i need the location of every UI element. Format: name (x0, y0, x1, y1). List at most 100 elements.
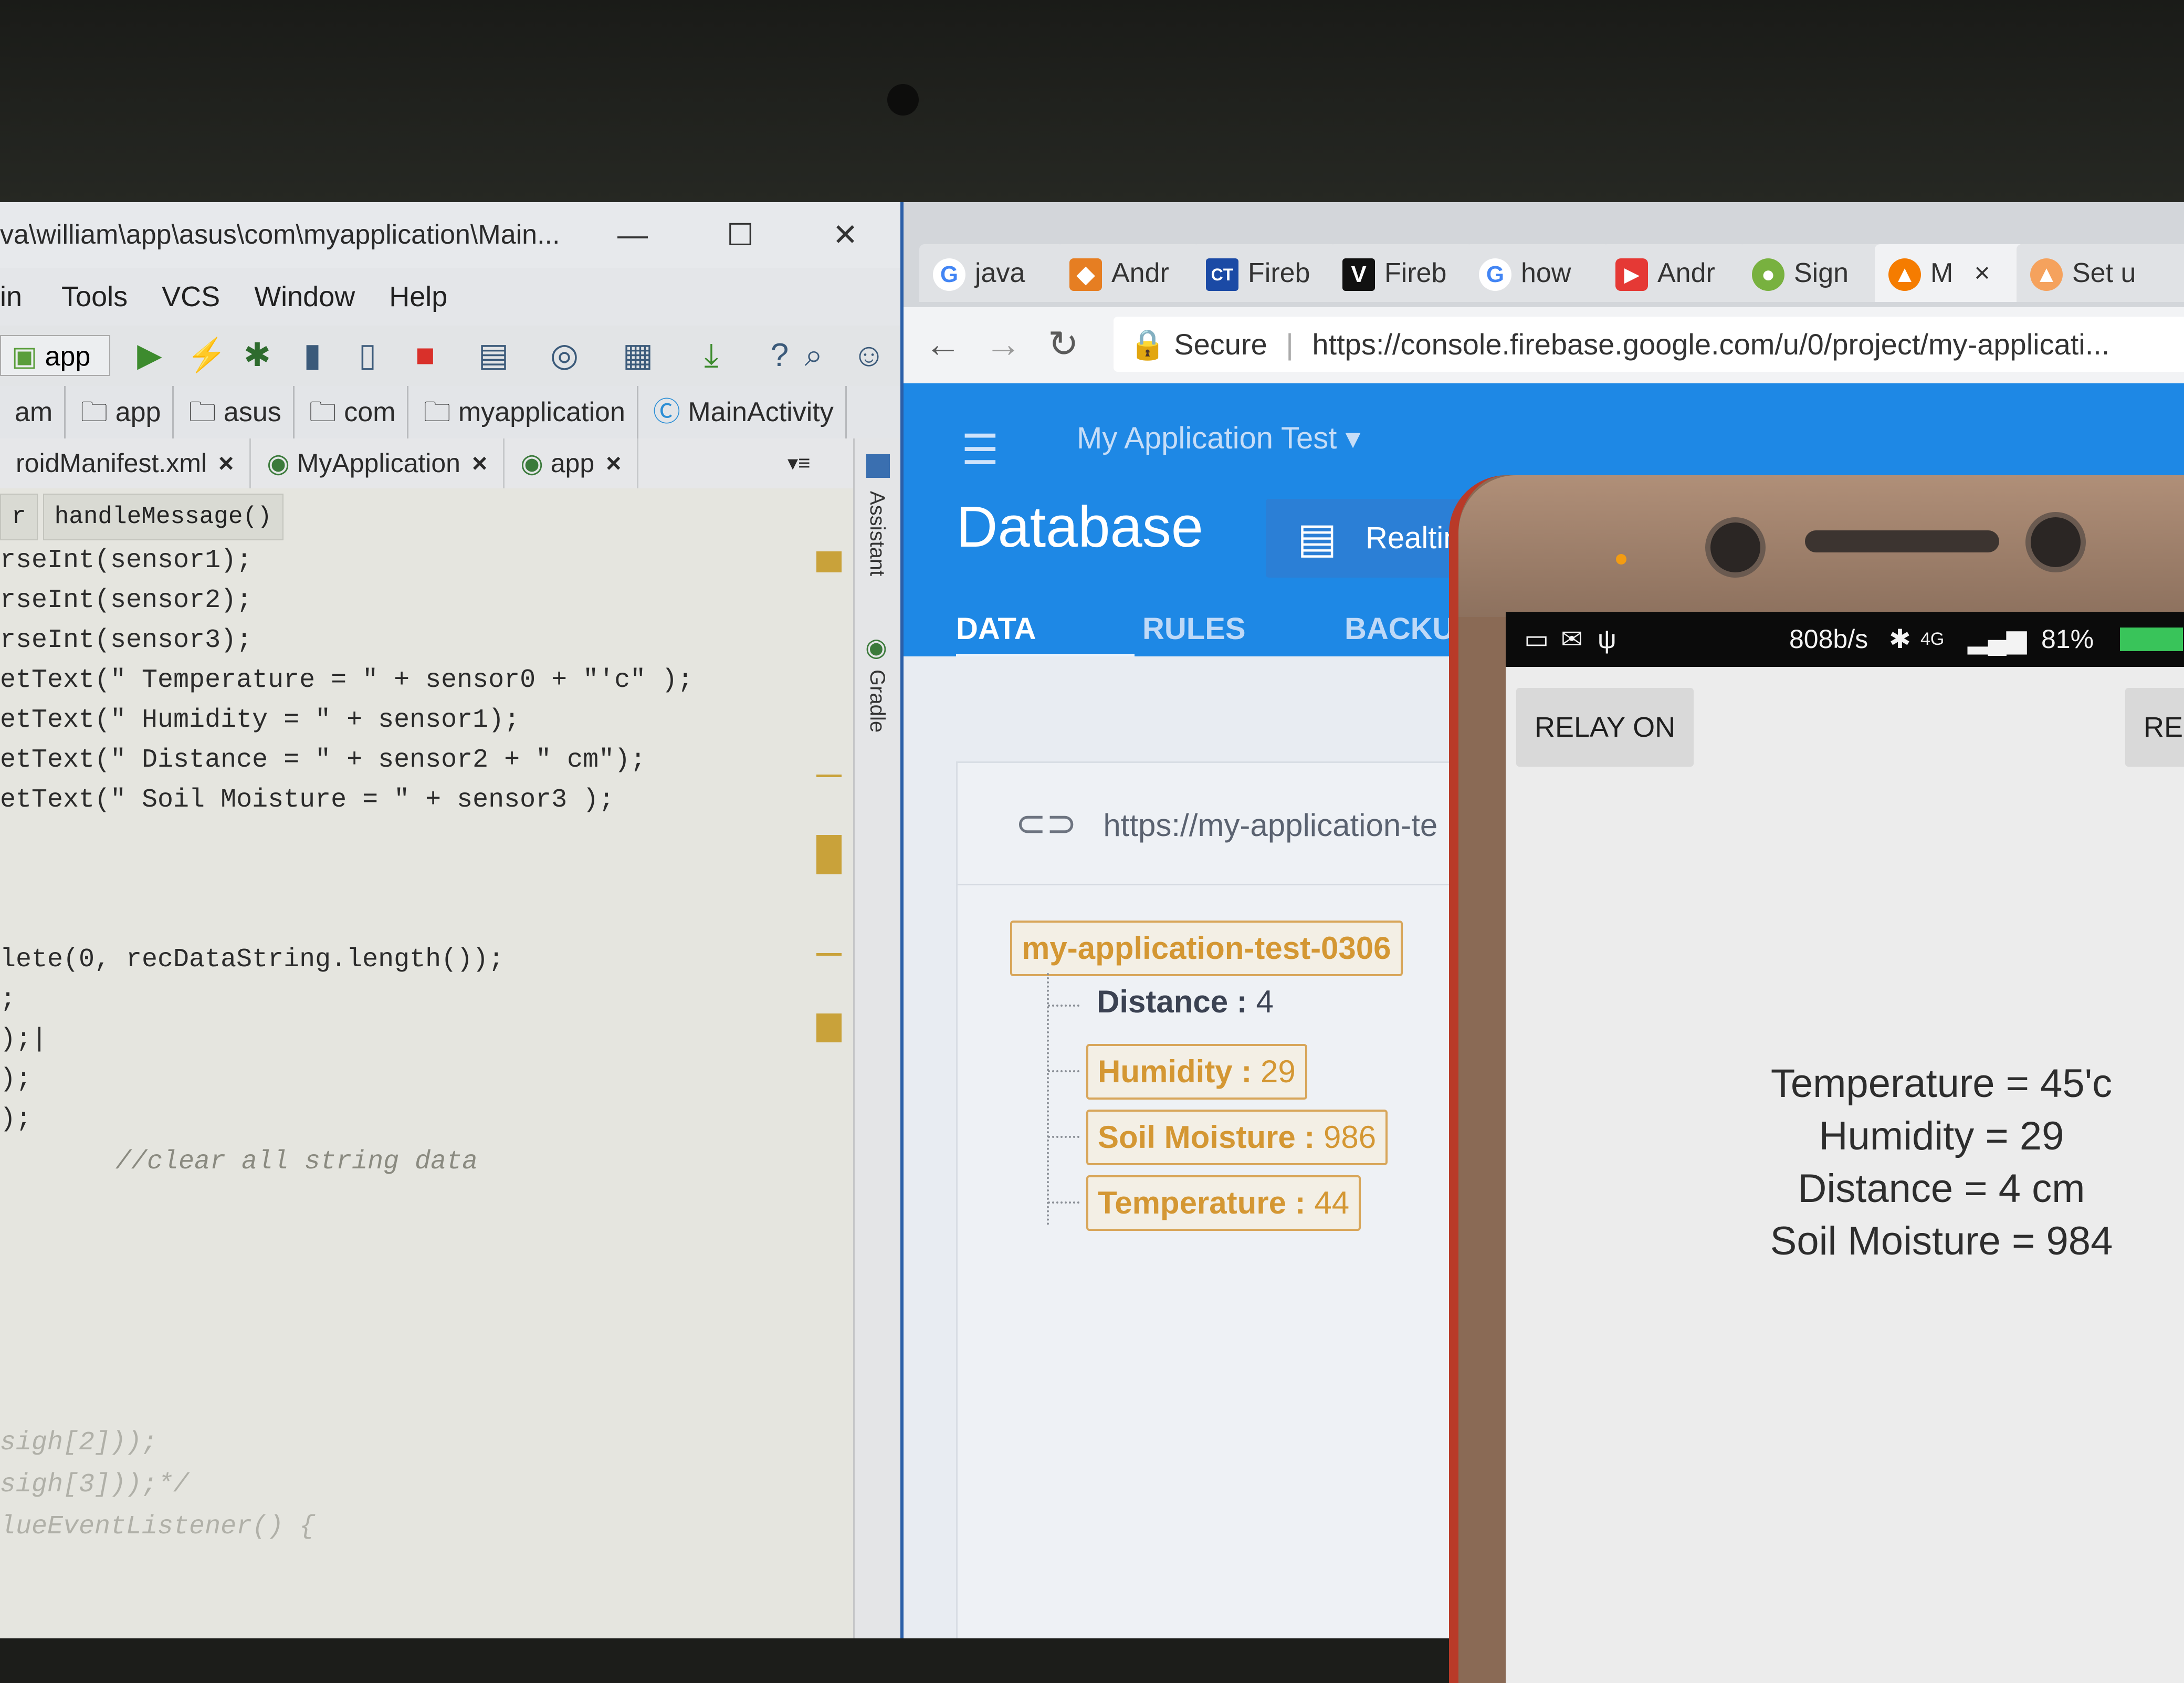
breadcrumb-item[interactable]: 🗀 asus (174, 386, 295, 438)
address-bar[interactable]: 🔒 Secure | https://console.firebase.goog… (1114, 317, 2184, 372)
project-selector[interactable]: My Application Test ▾ (1077, 420, 1361, 456)
menu-run[interactable]: in (0, 268, 22, 326)
tab-rules[interactable]: RULES (1142, 599, 1246, 659)
tab-manifest[interactable]: roidManifest.xml × (0, 438, 251, 488)
gradle-tool-label[interactable]: Gradle (865, 670, 889, 733)
minimize-button[interactable]: — (604, 202, 662, 268)
close-tab-icon[interactable]: × (218, 448, 234, 478)
sync-gradle-icon[interactable]: ◎ (546, 337, 583, 374)
menu-help[interactable]: Help (389, 268, 447, 326)
attach-debugger-icon[interactable]: ▯ (349, 337, 386, 374)
status-bar: ▭ ✉ ψ 808b/s ✱ 4G ▂▄▆ 81% (1506, 612, 2184, 667)
ide-window-title: va\william\app\asus\com\myapplication\Ma… (0, 219, 560, 250)
ide-title-bar: va\william\app\asus\com\myapplication\Ma… (0, 202, 900, 268)
page-title: Database (956, 495, 1203, 559)
folder-icon: 🗀 (188, 397, 224, 427)
assistant-tool-label[interactable]: Assistant (865, 491, 889, 576)
close-tab-icon[interactable]: × (472, 448, 487, 478)
code-line: ); (0, 1104, 32, 1134)
code-line: etText(" Distance = " + sensor2 + " cm")… (0, 745, 646, 775)
tab-data[interactable]: DATA (956, 599, 1135, 659)
warning-marker[interactable] (816, 551, 842, 572)
tree-connector (1048, 1070, 1079, 1072)
sdk-manager-icon[interactable]: ⤓ (693, 337, 730, 374)
forward-icon[interactable]: → (985, 323, 1022, 365)
root-node[interactable]: my-application-test-0306 (1010, 921, 1403, 976)
gradle-icon[interactable]: ◉ (865, 633, 887, 662)
code-line: lete(0, recDataString.length()); (0, 945, 505, 975)
firebase-icon: ▲ (1888, 258, 1921, 291)
child-node-soil-moisture[interactable]: Soil Moisture : 986 (1086, 1110, 1388, 1165)
browser-tab[interactable]: ● Sign (1738, 244, 1883, 302)
usage-marker[interactable] (816, 775, 842, 777)
database-url[interactable]: https://my-application-te (1103, 808, 1437, 843)
code-line: etText(" Temperature = " + sensor0 + "'c… (0, 665, 694, 695)
maximize-button[interactable]: ☐ (711, 202, 769, 268)
front-camera-icon (1705, 517, 1766, 578)
close-tab-icon[interactable]: × (606, 448, 621, 478)
child-node-distance[interactable]: Distance : 4 (1097, 984, 1274, 1020)
usage-marker[interactable] (816, 835, 842, 874)
browser-tab[interactable]: Ghow (1465, 244, 1610, 302)
close-tab-icon[interactable]: × (1974, 258, 1990, 288)
battery-icon (2120, 628, 2183, 651)
browser-tab[interactable]: ▶ Andr (1602, 244, 1747, 302)
tree-connector (1048, 1201, 1079, 1204)
tab-backups[interactable]: BACKU (1345, 599, 1454, 659)
profile-icon[interactable]: ▮ (294, 337, 331, 374)
network-type: 4G (1920, 629, 1945, 649)
project-structure-icon[interactable]: ▦ (620, 337, 656, 374)
assistant-icon[interactable] (866, 454, 890, 478)
usage-marker[interactable] (816, 953, 842, 956)
url-text: https://console.firebase.google.com/u/0/… (1312, 328, 2110, 361)
child-node-humidity[interactable]: Humidity : 29 (1086, 1044, 1307, 1100)
code-line: rseInt(sensor3); (0, 625, 253, 655)
run-config-select[interactable]: ▣ app ▾ (0, 335, 110, 413)
notification-led (1616, 554, 1626, 565)
class-crumb[interactable]: r (0, 494, 38, 540)
browser-tab-active[interactable]: ▲ M × (1875, 244, 2025, 302)
apply-changes-icon[interactable]: ⚡ (186, 337, 227, 374)
child-node-temperature[interactable]: Temperature : 44 (1086, 1175, 1361, 1231)
help-icon[interactable]: ? (761, 337, 798, 374)
hamburger-menu-icon[interactable]: ☰ (961, 425, 999, 474)
menu-tools[interactable]: Tools (61, 268, 128, 326)
stop-icon[interactable]: ■ (407, 337, 444, 374)
browser-tab[interactable]: ▲ Set u (2017, 244, 2184, 302)
reload-icon[interactable]: ↻ (1048, 323, 1079, 365)
user-icon[interactable]: ☺ (850, 337, 887, 374)
code-editor[interactable]: r handleMessage() rseInt(sensor1); rseInt… (0, 488, 853, 1638)
relay-off-button[interactable]: REL (2125, 688, 2184, 767)
tab-myapplication[interactable]: ◉ MyApplication × (251, 438, 505, 488)
browser-toolbar: ← → ↻ 🔒 Secure | https://console.firebas… (904, 307, 2184, 383)
breadcrumb-item[interactable]: 🗀 com (295, 386, 409, 438)
usage-marker[interactable] (816, 1013, 842, 1042)
breadcrumb-item[interactable]: 🗀 app (66, 386, 174, 438)
tool-window-strip: Assistant ◉ Gradle (853, 438, 900, 1638)
browser-tab[interactable]: CT Fireb (1192, 244, 1337, 302)
close-button[interactable]: ✕ (816, 202, 874, 268)
avd-manager-icon[interactable]: ▤ (475, 337, 512, 374)
phone-screen: ▭ ✉ ψ 808b/s ✱ 4G ▂▄▆ 81% RELAY ON REL T… (1506, 612, 2184, 1683)
browser-tab[interactable]: V Fireb (1329, 244, 1474, 302)
relay-on-button[interactable]: RELAY ON (1516, 688, 1694, 767)
webcam-icon (887, 84, 919, 116)
run-icon[interactable]: ▶ (131, 337, 168, 374)
breadcrumb-item[interactable]: 🗀 myapplication (408, 386, 638, 438)
browser-tab[interactable]: ◆ Andr (1056, 244, 1201, 302)
tab-app[interactable]: ◉ app × (505, 438, 639, 488)
back-icon[interactable]: ← (925, 323, 961, 365)
breadcrumb-item[interactable]: am (0, 386, 66, 438)
code-line: etText(" Humidity = " + sensor1); (0, 705, 520, 735)
tab-overflow-icon[interactable]: ▾≡ (788, 438, 810, 488)
search-icon[interactable]: ⌕ (795, 337, 832, 374)
menu-vcs[interactable]: VCS (162, 268, 220, 326)
gradle-icon: ◉ (267, 448, 297, 478)
breadcrumb-item[interactable]: Ⓒ MainActivity (638, 386, 847, 438)
debug-icon[interactable]: ✱ (239, 337, 276, 374)
codetuts-icon: CT (1206, 258, 1238, 291)
menu-window[interactable]: Window (254, 268, 355, 326)
browser-tab[interactable]: Gjava (919, 244, 1064, 302)
method-crumb-handle-message[interactable]: handleMessage() (43, 494, 284, 540)
smartphone: ▭ ✉ ψ 808b/s ✱ 4G ▂▄▆ 81% RELAY ON REL T… (1449, 475, 2184, 1683)
